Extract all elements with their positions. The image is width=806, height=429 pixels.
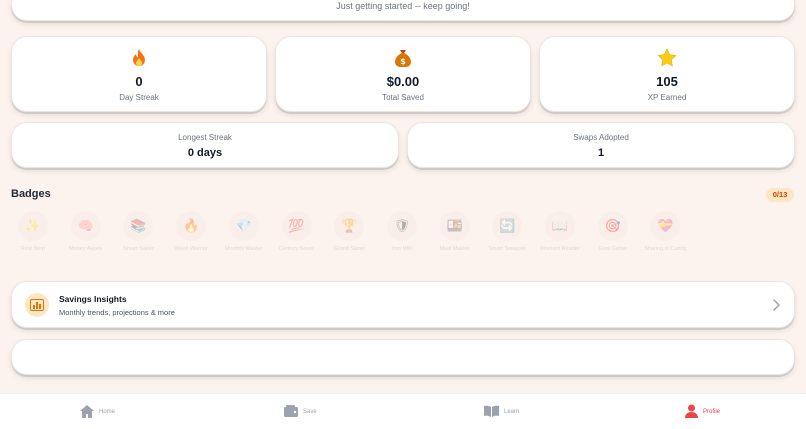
nav-profile-label: Profile — [703, 409, 721, 415]
hundred-icon: 💯 — [281, 211, 312, 241]
badge-item[interactable]: 🏆 Grand Saver — [327, 211, 371, 253]
badge-name: Smart Swapper — [488, 246, 527, 252]
total-saved-value: $0.00 — [386, 74, 420, 89]
trophy-icon: 🏆 — [334, 211, 365, 241]
heart-icon: 💝 — [650, 211, 681, 241]
badge-name: Iron Will — [391, 246, 412, 252]
chevron-right-icon — [772, 298, 781, 316]
badge-name: Moment Reader — [540, 246, 580, 252]
nav-save[interactable]: Save — [284, 394, 317, 429]
nav-profile[interactable]: Profile — [685, 394, 720, 429]
badge-name: Money Aware — [69, 246, 103, 252]
nav-learn-label: Learn — [504, 409, 520, 415]
flame-icon — [12, 48, 266, 68]
bar-chart-icon — [25, 293, 49, 317]
money-bag-icon: $ — [276, 48, 530, 68]
day-streak-value: 0 — [135, 74, 143, 89]
user-icon — [685, 404, 698, 420]
diamond-icon: 💎 — [228, 211, 259, 241]
open-book-icon — [484, 405, 499, 419]
badge-name: Goal Getter — [598, 246, 627, 252]
shield-icon: 🛡 — [386, 211, 417, 241]
book-icon: 📖 — [545, 211, 575, 241]
badge-item[interactable]: 💯 Century Saver — [275, 211, 319, 253]
badge-item[interactable]: 🛡 Iron Will — [380, 211, 424, 253]
badge-name: Meal Master — [439, 246, 470, 252]
stat-card-xp-earned: 105 XP Earned — [539, 36, 795, 112]
longest-streak-card: Longest Streak 0 days — [11, 122, 399, 168]
swaps-adopted-label: Swaps Adopted — [573, 133, 629, 142]
badge-name: Grand Saver — [333, 246, 365, 252]
books-icon: 📚 — [123, 211, 154, 241]
longest-streak-value: 0 days — [187, 147, 223, 159]
badge-item[interactable]: ✨ First Step — [11, 211, 55, 253]
wallet-icon — [284, 405, 298, 419]
badge-name: Week Warrior — [174, 246, 208, 252]
home-icon — [80, 404, 94, 420]
badges-count: 0/13 — [766, 188, 794, 202]
badge-item[interactable]: 💝 Sharing is Caring — [643, 211, 687, 253]
target-icon: 🎯 — [597, 211, 628, 241]
badge-item[interactable]: 🎯 Goal Getter — [591, 211, 635, 253]
day-streak-label: Day Streak — [119, 93, 159, 102]
badge-item[interactable]: 🍱 Meal Master — [433, 211, 477, 253]
flame-icon: 🔥 — [176, 211, 207, 241]
xp-earned-label: XP Earned — [647, 93, 687, 102]
badges-title: Badges — [11, 188, 51, 200]
bottom-nav: Home Save Learn Profile — [0, 393, 806, 429]
empty-card — [11, 339, 795, 375]
insights-subtitle: Monthly trends, projections & more — [59, 308, 175, 317]
swaps-adopted-value: 1 — [597, 147, 605, 159]
nav-learn[interactable]: Learn — [484, 394, 519, 429]
nav-save-label: Save — [303, 409, 317, 415]
swap-icon: 🔄 — [492, 211, 523, 241]
badge-item[interactable]: 📖 Moment Reader — [538, 211, 582, 253]
nav-home[interactable]: Home — [80, 394, 115, 429]
star-icon — [540, 48, 794, 68]
badge-item[interactable]: 📚 Smart Saver — [116, 211, 160, 253]
sparkle-wand-icon: ✨ — [18, 211, 48, 241]
insights-title: Savings Insights — [59, 294, 127, 304]
progress-message-card: Just getting started -- keep going! — [11, 0, 795, 21]
bento-icon: 🍱 — [439, 211, 470, 241]
badge-item[interactable]: 🔥 Week Warrior — [169, 211, 213, 253]
xp-earned-value: 105 — [656, 74, 678, 89]
savings-insights-card[interactable]: Savings Insights Monthly trends, project… — [11, 281, 795, 328]
progress-message: Just getting started -- keep going! — [336, 1, 470, 11]
stat-card-day-streak: 0 Day Streak — [11, 36, 267, 112]
badge-name: First Step — [21, 246, 45, 252]
badge-item[interactable]: 🔄 Smart Swapper — [485, 211, 529, 253]
longest-streak-label: Longest Streak — [178, 133, 232, 142]
badge-item[interactable]: 🧠 Money Aware — [64, 211, 108, 253]
total-saved-label: Total Saved — [382, 93, 424, 102]
badge-name: Sharing is Caring — [644, 246, 687, 252]
badge-name: Smart Saver — [123, 246, 154, 252]
svg-text:$: $ — [400, 57, 406, 66]
swaps-adopted-card: Swaps Adopted 1 — [407, 122, 795, 168]
brain-icon: 🧠 — [70, 211, 101, 241]
badge-item[interactable]: 💎 Monthly Master — [222, 211, 266, 253]
badge-name: Century Saver — [278, 246, 315, 252]
badge-name: Monthly Master — [224, 246, 263, 252]
stat-card-total-saved: $ $0.00 Total Saved — [275, 36, 531, 112]
nav-home-label: Home — [99, 409, 116, 415]
